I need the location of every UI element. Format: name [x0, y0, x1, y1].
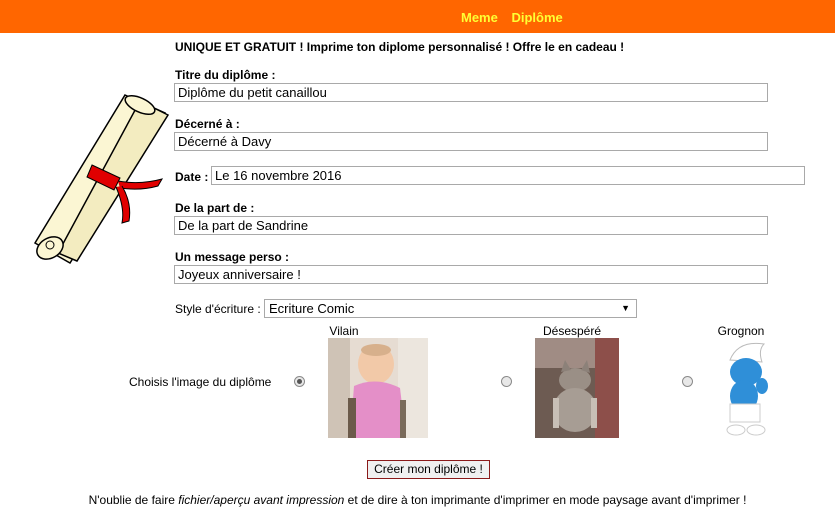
from-label: De la part de : — [175, 201, 255, 215]
message-input[interactable]: Joyeux anniversaire ! — [174, 265, 768, 284]
intro-text: UNIQUE ET GRATUIT ! Imprime ton diplome … — [175, 40, 625, 54]
caption-vilain: Vilain — [329, 324, 359, 338]
diploma-scroll-icon — [33, 94, 170, 265]
title-input[interactable]: Diplôme du petit canaillou — [174, 83, 768, 102]
radio-grognon[interactable] — [682, 376, 693, 387]
style-select-value: Ecriture Comic — [269, 301, 355, 316]
awarded-label: Décerné à : — [175, 117, 240, 131]
nav-link-meme[interactable]: Meme — [461, 10, 498, 25]
footer-text-2: et de dire à ton imprimante d'imprimer e… — [344, 493, 747, 507]
date-input[interactable]: Le 16 novembre 2016 — [211, 166, 805, 185]
image-choice-label: Choisis l'image du diplôme — [129, 375, 272, 389]
message-label: Un message perso : — [175, 250, 290, 264]
dropdown-arrow-icon: ▼ — [621, 303, 630, 313]
baby-photo-icon[interactable] — [328, 338, 428, 438]
awarded-input[interactable]: Décerné à Davy — [174, 132, 768, 151]
smurf-figure-icon[interactable] — [718, 338, 780, 438]
caption-grognon: Grognon — [717, 324, 765, 338]
style-label: Style d'écriture : — [175, 302, 261, 316]
cat-photo-icon[interactable] — [535, 338, 619, 438]
footer-note: N'oublie de faire fichier/aperçu avant i… — [0, 493, 835, 507]
style-select[interactable]: Ecriture Comic ▼ — [264, 299, 637, 318]
radio-vilain[interactable] — [294, 376, 305, 387]
title-label: Titre du diplôme : — [175, 68, 276, 82]
date-label: Date : — [175, 170, 209, 184]
from-input[interactable]: De la part de Sandrine — [174, 216, 768, 235]
top-nav-bar: Meme Diplôme — [0, 0, 835, 33]
create-diploma-button[interactable]: Créer mon diplôme ! — [367, 460, 490, 479]
footer-text-1: N'oublie de faire — [88, 493, 179, 507]
nav-link-diplome[interactable]: Diplôme — [511, 10, 562, 25]
nav-links: Meme Diplôme — [461, 10, 573, 25]
caption-desespere: Désespéré — [542, 324, 602, 338]
radio-desespere[interactable] — [501, 376, 512, 387]
footer-italic: fichier/aperçu avant impression — [178, 493, 345, 507]
